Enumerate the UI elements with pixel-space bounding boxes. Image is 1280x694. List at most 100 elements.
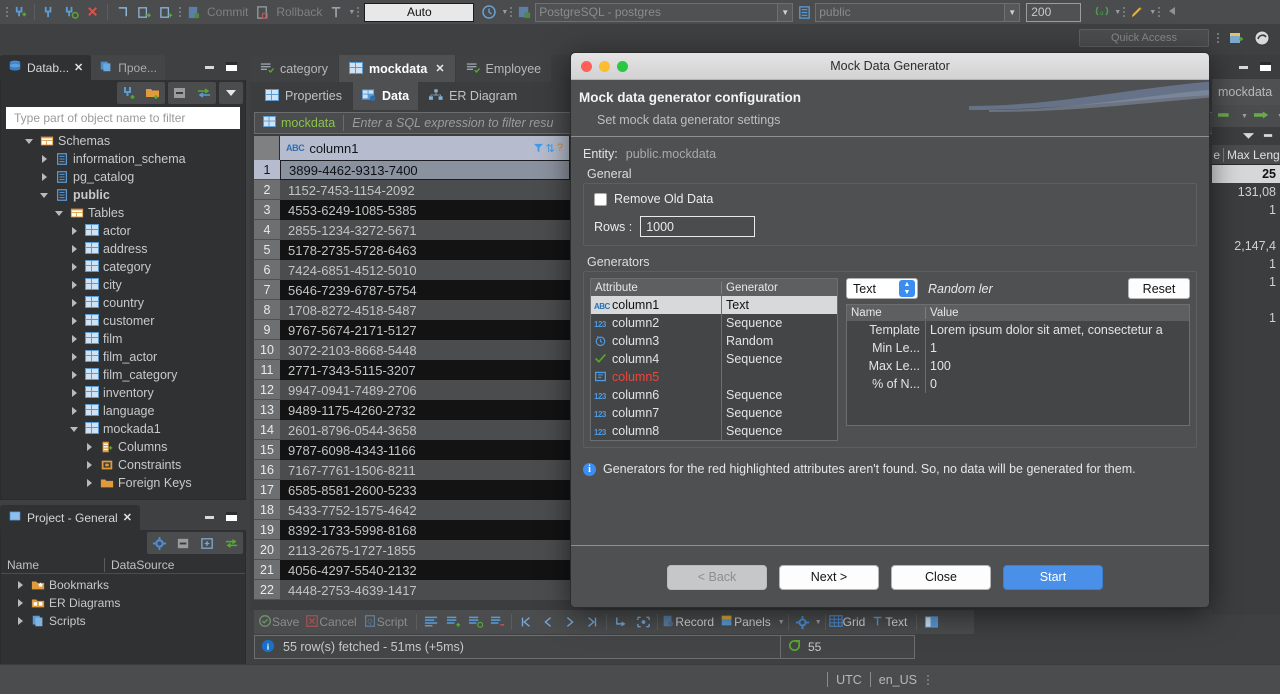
cell-column1[interactable]: 3899-4462-9313-7400 bbox=[280, 160, 570, 180]
transaction-icon[interactable] bbox=[111, 2, 133, 22]
metadata-row[interactable]: 1 bbox=[1212, 255, 1280, 273]
tree-item[interactable]: pg_catalog bbox=[1, 168, 245, 186]
locale-label[interactable]: en_US bbox=[879, 673, 917, 687]
expand-icon[interactable] bbox=[195, 533, 219, 553]
tab-project-general[interactable]: Project - General ✕ bbox=[0, 505, 140, 530]
duplicate-row-icon[interactable] bbox=[464, 612, 486, 632]
new-connection-icon[interactable] bbox=[117, 83, 141, 103]
perspective-add-icon[interactable] bbox=[1226, 29, 1246, 47]
maximize-icon[interactable] bbox=[225, 511, 238, 525]
row-number[interactable]: 6 bbox=[254, 260, 280, 280]
attribute-row[interactable]: column4 Sequence bbox=[591, 350, 837, 368]
grid-view-button[interactable]: Grid bbox=[843, 615, 872, 629]
attribute-row[interactable]: ABC column1 Text bbox=[591, 296, 837, 314]
row-number[interactable]: 20 bbox=[254, 540, 280, 560]
chevron-right-icon[interactable] bbox=[82, 476, 96, 490]
commit-label[interactable]: Commit bbox=[204, 5, 251, 19]
cell-column1[interactable]: 2113-2675-1727-1855 bbox=[280, 540, 570, 560]
tree-item[interactable]: Tables bbox=[1, 204, 245, 222]
row-number[interactable]: 3 bbox=[254, 200, 280, 220]
chevron-right-icon[interactable] bbox=[37, 170, 51, 184]
metadata-row[interactable]: 2,147,4 bbox=[1212, 237, 1280, 255]
cell-column1[interactable]: 2601-8796-0544-3658 bbox=[280, 420, 570, 440]
attribute-row[interactable]: 123 column2 Sequence bbox=[591, 314, 837, 332]
attribute-row[interactable]: 123 column6 Sequence bbox=[591, 386, 837, 404]
row-number[interactable]: 13 bbox=[254, 400, 280, 420]
project-tree-item[interactable]: Scripts bbox=[1, 612, 245, 630]
editor-tab-category[interactable]: category bbox=[250, 55, 338, 82]
attribute-generator[interactable]: Text bbox=[721, 296, 837, 314]
grid-corner-cell[interactable] bbox=[254, 136, 280, 160]
cell-column1[interactable]: 5178-2735-5728-6463 bbox=[280, 240, 570, 260]
editor-tab-employee[interactable]: Employee bbox=[455, 55, 552, 82]
settings-dropdown-caret[interactable]: ▼ bbox=[815, 619, 822, 626]
fetch-size-input[interactable]: 200 bbox=[1026, 2, 1082, 22]
tree-item[interactable]: information_schema bbox=[1, 150, 245, 168]
attribute-generator[interactable]: Sequence bbox=[721, 386, 837, 404]
record-button[interactable]: Record bbox=[675, 615, 720, 629]
metadata-tab-mockdata[interactable]: mockdata bbox=[1212, 79, 1280, 105]
cell-column1[interactable]: 6585-8581-2600-5233 bbox=[280, 480, 570, 500]
row-count-box[interactable]: 55 bbox=[780, 635, 915, 659]
column-header-attribute[interactable]: Attribute bbox=[591, 282, 721, 294]
row-number[interactable]: 1 bbox=[254, 160, 280, 180]
cell-column1[interactable]: 4056-4297-5540-2132 bbox=[280, 560, 570, 580]
stepper-icon[interactable]: ▲ ▼ bbox=[899, 280, 915, 297]
minimize-icon[interactable] bbox=[1263, 129, 1274, 143]
row-number[interactable]: 18 bbox=[254, 500, 280, 520]
project-tree[interactable]: Bookmarks ER Diagrams Scripts bbox=[1, 574, 245, 630]
column-header-datasource[interactable]: DataSource bbox=[104, 557, 245, 572]
project-tree-item[interactable]: Bookmarks bbox=[1, 576, 245, 594]
chevron-right-icon[interactable] bbox=[67, 404, 81, 418]
tree-item[interactable]: Constraints bbox=[1, 456, 245, 474]
column-header-name[interactable]: Name bbox=[1, 558, 104, 572]
cell-column1[interactable]: 4553-6249-1085-5385 bbox=[280, 200, 570, 220]
generator-params-table[interactable]: Name Value Template Lorem ipsum dolor sit… bbox=[846, 304, 1190, 426]
param-value[interactable]: 100 bbox=[925, 357, 1189, 375]
chevron-down-icon[interactable] bbox=[22, 134, 36, 148]
chevron-right-icon[interactable] bbox=[67, 314, 81, 328]
text-style-dropdown-caret[interactable]: ▼ bbox=[348, 9, 355, 16]
attribute-row[interactable]: 123 column7 Sequence bbox=[591, 404, 837, 422]
filter-icon[interactable] bbox=[533, 141, 544, 156]
chevron-right-icon[interactable] bbox=[82, 458, 96, 472]
chevron-right-icon[interactable] bbox=[67, 350, 81, 364]
next-arrow-icon[interactable] bbox=[1253, 109, 1270, 123]
tree-item[interactable]: film bbox=[1, 330, 245, 348]
subtab-data[interactable]: Data bbox=[352, 82, 419, 110]
minimize-icon[interactable] bbox=[1238, 61, 1250, 75]
chevron-right-icon[interactable] bbox=[13, 596, 27, 610]
prev-page-icon[interactable] bbox=[537, 612, 559, 632]
quick-access-button[interactable]: Quick Access bbox=[1079, 29, 1209, 47]
row-number[interactable]: 9 bbox=[254, 320, 280, 340]
connection-select[interactable]: PostgreSQL - postgres ▼ bbox=[535, 2, 794, 22]
dialog-button-next[interactable]: Next > bbox=[779, 564, 879, 590]
minimize-icon[interactable] bbox=[204, 511, 216, 525]
chevron-right-icon[interactable] bbox=[67, 296, 81, 310]
tree-item[interactable]: inventory bbox=[1, 384, 245, 402]
chevron-right-icon[interactable] bbox=[37, 152, 51, 166]
attribute-row[interactable]: 123 column8 Sequence bbox=[591, 422, 837, 440]
collapse-icon[interactable] bbox=[171, 533, 195, 553]
chevron-right-icon[interactable] bbox=[67, 224, 81, 238]
row-number[interactable]: 7 bbox=[254, 280, 280, 300]
attribute-generator[interactable]: Sequence bbox=[721, 314, 837, 332]
remove-old-data-checkbox[interactable] bbox=[594, 192, 607, 206]
text-view-button[interactable]: Text bbox=[885, 615, 913, 629]
row-number[interactable]: 8 bbox=[254, 300, 280, 320]
timezone-label[interactable]: UTC bbox=[836, 673, 862, 687]
row-number[interactable]: 22 bbox=[254, 580, 280, 600]
tree-item[interactable]: Columns bbox=[1, 438, 245, 456]
chevron-right-icon[interactable] bbox=[67, 368, 81, 382]
tree-item[interactable]: language bbox=[1, 402, 245, 420]
row-number[interactable]: 11 bbox=[254, 360, 280, 380]
editor-tab-mockdata[interactable]: mockdata ✕ bbox=[338, 55, 455, 82]
param-value[interactable]: 1 bbox=[925, 339, 1189, 357]
tree-item[interactable]: Foreign Keys bbox=[1, 474, 245, 492]
chevron-down-icon[interactable] bbox=[67, 422, 81, 436]
metadata-row[interactable]: 1 bbox=[1212, 201, 1280, 219]
fetch-all-icon[interactable] bbox=[632, 612, 654, 632]
row-number[interactable]: 14 bbox=[254, 420, 280, 440]
text-style-icon[interactable] bbox=[325, 2, 347, 22]
attribute-generator[interactable]: Sequence bbox=[721, 404, 837, 422]
